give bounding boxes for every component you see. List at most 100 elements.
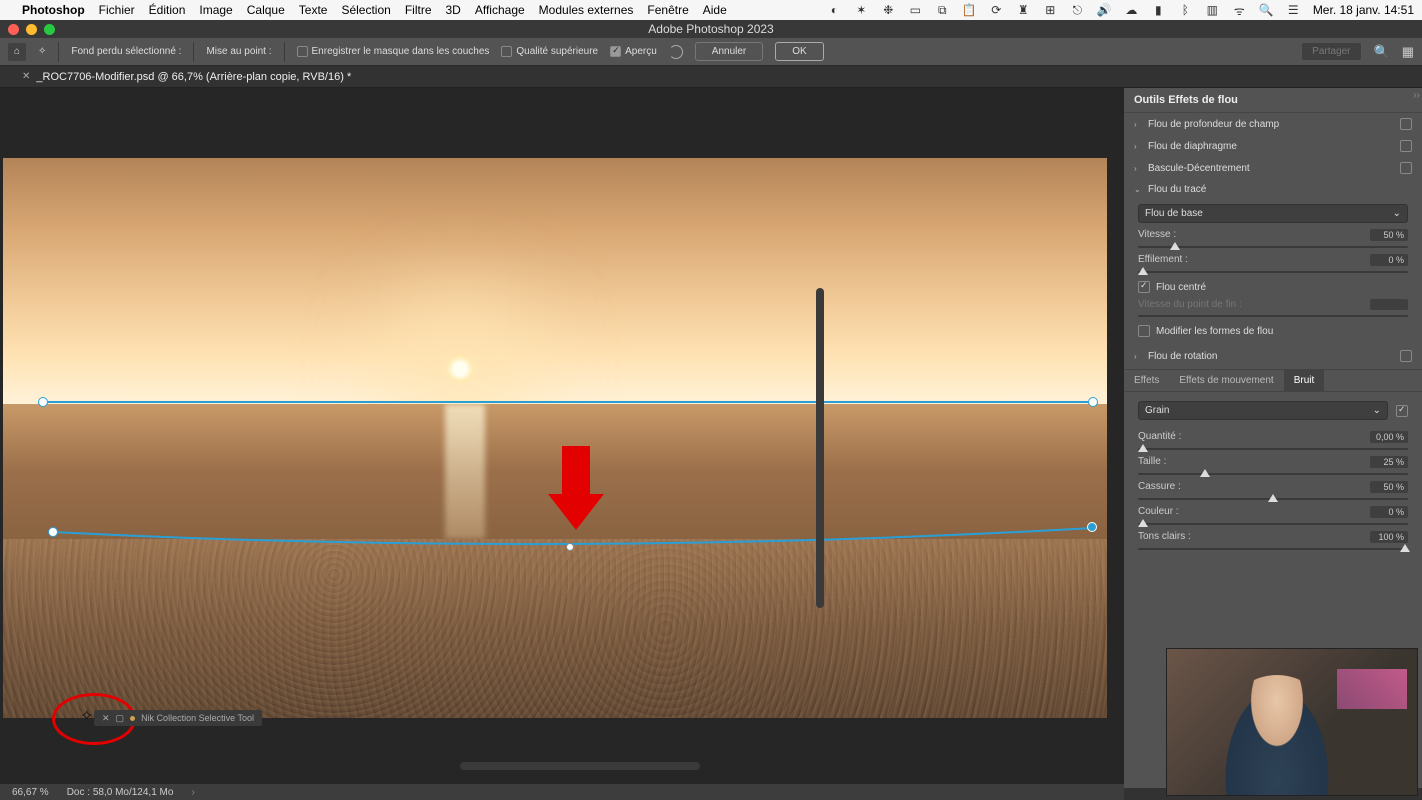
tool-icon[interactable]: ✧ [38, 46, 46, 57]
color-slider[interactable] [1138, 523, 1408, 525]
canvas-area[interactable]: ✧₊ ✕ ▢ Nik Collection Selective Tool [0, 88, 1124, 788]
menubar-icon[interactable]: ◐ [827, 3, 842, 18]
close-window-button[interactable] [8, 24, 19, 35]
rough-label: Cassure : [1138, 481, 1181, 493]
bluetooth-icon[interactable]: ᛒ [1178, 3, 1193, 18]
menu-image[interactable]: Image [199, 3, 232, 17]
window-title: Adobe Photoshop 2023 [648, 22, 773, 36]
size-label: Taille : [1138, 456, 1166, 468]
path-node[interactable] [48, 527, 58, 537]
accordion-tilt[interactable]: ›Bascule-Décentrement [1124, 157, 1422, 179]
app-menu[interactable]: Photoshop [22, 3, 85, 17]
save-mask-checkbox[interactable] [297, 46, 308, 57]
maximize-window-button[interactable] [44, 24, 55, 35]
hq-checkbox[interactable] [501, 46, 512, 57]
accordion-spin[interactable]: ›Flou de rotation [1124, 345, 1422, 367]
centered-checkbox[interactable] [1138, 281, 1150, 293]
nik-collection-bar[interactable]: ✕ ▢ Nik Collection Selective Tool [94, 710, 262, 726]
menubar-icon[interactable]: ✶ [854, 3, 869, 18]
menu-selection[interactable]: Sélection [341, 3, 390, 17]
menu-filtre[interactable]: Filtre [405, 3, 432, 17]
edit-shapes-checkbox[interactable] [1138, 325, 1150, 337]
workspace-icon[interactable]: ▦ [1402, 44, 1414, 60]
speed-value[interactable]: 50 % [1370, 229, 1408, 241]
rough-value[interactable]: 50 % [1370, 481, 1408, 493]
toggle-checkbox[interactable] [1400, 350, 1412, 362]
toggle-checkbox[interactable] [1400, 118, 1412, 130]
speed-label: Vitesse : [1138, 229, 1176, 241]
menubar-icon[interactable]: ❉ [881, 3, 896, 18]
preview-label: Aperçu [625, 46, 657, 57]
menu-fenetre[interactable]: Fenêtre [647, 3, 688, 17]
accordion-path[interactable]: ⌄Flou du tracé [1124, 179, 1422, 200]
wifi-icon[interactable]: ᯤ [1232, 3, 1247, 18]
menu-calque[interactable]: Calque [247, 3, 285, 17]
menu-modules[interactable]: Modules externes [539, 3, 634, 17]
menu-fichier[interactable]: Fichier [99, 3, 135, 17]
macos-menu-bar: Photoshop Fichier Édition Image Calque T… [0, 0, 1422, 20]
menu-3d[interactable]: 3D [446, 3, 461, 17]
menubar-icon[interactable]: ⟳ [989, 3, 1004, 18]
amount-value[interactable]: 0,00 % [1370, 431, 1408, 443]
highlights-value[interactable]: 100 % [1370, 531, 1408, 543]
minimize-window-button[interactable] [26, 24, 37, 35]
menubar-icon[interactable]: ☁ [1124, 3, 1139, 18]
reset-icon[interactable] [669, 45, 683, 59]
blur-preset-dropdown[interactable]: Flou de base⌄ [1138, 204, 1408, 223]
tab-motion[interactable]: Effets de mouvement [1169, 370, 1283, 391]
size-slider[interactable] [1138, 473, 1408, 475]
speed-slider[interactable] [1138, 246, 1408, 248]
close-tab-icon[interactable]: ✕ [22, 71, 30, 82]
highlights-slider[interactable] [1138, 548, 1408, 550]
nik-expand-icon[interactable]: ▢ [116, 713, 125, 724]
battery-icon[interactable]: ▥ [1205, 3, 1220, 18]
color-value[interactable]: 0 % [1370, 506, 1408, 518]
clock[interactable]: Mer. 18 janv. 14:51 [1313, 3, 1414, 17]
save-mask-label: Enregistrer le masque dans les couches [312, 46, 490, 57]
menubar-icon[interactable]: ⎋ [1070, 3, 1085, 18]
menubar-icon[interactable]: ♜ [1016, 3, 1031, 18]
taper-value[interactable]: 0 % [1370, 254, 1408, 266]
status-chevron-icon[interactable]: › [191, 787, 194, 798]
size-value[interactable]: 25 % [1370, 456, 1408, 468]
menubar-icon[interactable]: ▭ [908, 3, 923, 18]
share-button[interactable]: Partager [1301, 42, 1361, 61]
toggle-checkbox[interactable] [1400, 140, 1412, 152]
zoom-level[interactable]: 66,67 % [12, 787, 49, 798]
control-center-icon[interactable]: ☰ [1286, 3, 1301, 18]
noise-enable-checkbox[interactable] [1396, 405, 1408, 417]
menu-edition[interactable]: Édition [149, 3, 186, 17]
menubar-icon[interactable]: ⊞ [1043, 3, 1058, 18]
scrollbar-vertical[interactable] [816, 288, 824, 608]
tab-noise[interactable]: Bruit [1284, 370, 1325, 391]
search-icon[interactable]: 🔍 [1259, 3, 1274, 18]
cancel-button[interactable]: Annuler [695, 42, 763, 61]
menu-affichage[interactable]: Affichage [475, 3, 525, 17]
expand-panels-icon[interactable]: ›› [1413, 90, 1420, 101]
amount-slider[interactable] [1138, 448, 1408, 450]
menubar-icon[interactable]: ⧉ [935, 3, 950, 18]
nik-close-icon[interactable]: ✕ [102, 713, 110, 724]
accordion-iris[interactable]: ›Flou de diaphragme [1124, 135, 1422, 157]
doc-size[interactable]: Doc : 58,0 Mo/124,1 Mo [67, 787, 174, 798]
ok-button[interactable]: OK [775, 42, 823, 61]
toggle-checkbox[interactable] [1400, 162, 1412, 174]
taper-slider[interactable] [1138, 271, 1408, 273]
path-midpoint[interactable] [566, 543, 574, 551]
noise-type-dropdown[interactable]: Grain⌄ [1138, 401, 1388, 420]
preview-checkbox[interactable] [610, 46, 621, 57]
path-node-selected[interactable] [1087, 522, 1097, 532]
document-tab[interactable]: ✕ _ROC7706-Modifier.psd @ 66,7% (Arrière… [0, 66, 1422, 88]
sound-icon[interactable]: 🔊 [1097, 3, 1112, 18]
tab-effects[interactable]: Effets [1124, 370, 1169, 391]
menu-aide[interactable]: Aide [703, 3, 727, 17]
search-icon[interactable]: 🔍 [1374, 44, 1390, 60]
menu-texte[interactable]: Texte [299, 3, 328, 17]
flag-be-icon[interactable]: ▮ [1151, 3, 1166, 18]
document-image[interactable] [3, 158, 1107, 718]
scrollbar-horizontal[interactable] [460, 762, 700, 770]
rough-slider[interactable] [1138, 498, 1408, 500]
accordion-depth[interactable]: ›Flou de profondeur de champ [1124, 113, 1422, 135]
home-button[interactable]: ⌂ [8, 43, 26, 61]
menubar-icon[interactable]: 📋 [962, 3, 977, 18]
